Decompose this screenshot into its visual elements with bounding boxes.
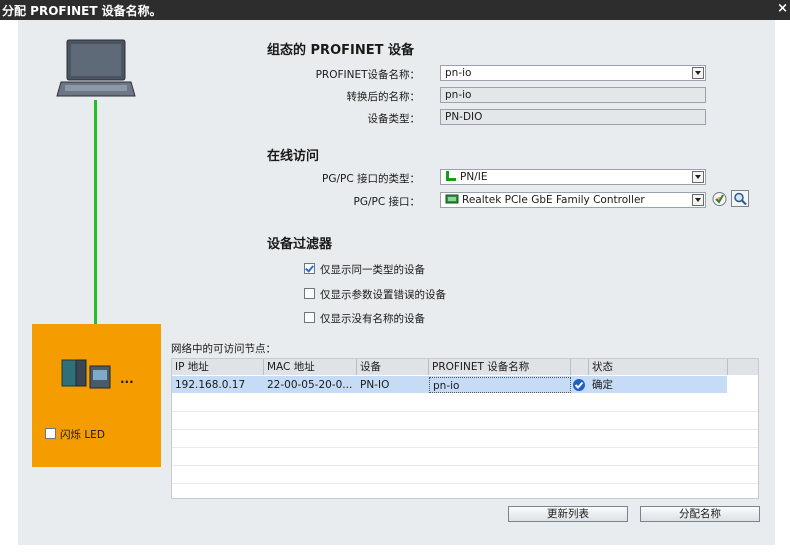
column-header-status-icon[interactable] [571,359,589,375]
column-header-status[interactable]: 状态 [589,359,728,375]
nodes-heading: 网络中的可访问节点： [171,343,276,355]
converted-name-value: pn-io [445,89,472,101]
device-name-label: PROFINET设备名称： [315,69,420,81]
chevron-down-icon[interactable] [692,67,704,79]
device-name-value: pn-io [445,67,472,79]
column-header-device[interactable]: 设备 [357,359,429,375]
iface-value: Realtek PCIe GbE Family Controller [462,194,645,206]
filter-no-name-checkbox[interactable] [304,312,315,323]
device-type-value: PN-DIO [445,111,483,123]
filter-no-name-label: 仅显示没有名称的设备 [320,313,425,325]
network-link-line [94,100,97,362]
row-device: PN-IO [360,379,390,391]
filter-same-type-checkbox[interactable] [304,263,315,274]
configured-device-heading: 组态的 PROFINET 设备 [267,43,414,58]
chevron-down-icon[interactable] [692,171,704,183]
column-header-mac[interactable]: MAC 地址 [264,359,357,375]
iface-label: PG/PC 接口： [353,196,420,208]
interface-status-icon[interactable] [712,191,727,207]
status-ok-icon [573,379,585,391]
iface-select[interactable]: Realtek PCIe GbE Family Controller [440,192,706,208]
device-type-label: 设备类型： [367,113,421,125]
row-profinet-name[interactable]: pn-io [429,377,571,393]
target-device-panel [32,324,161,467]
iface-type-value: PN/IE [460,171,488,183]
search-icon[interactable] [731,190,749,207]
device-type-field: PN-DIO [440,109,706,125]
more-indicator: ... [120,372,134,386]
flash-led-checkbox[interactable] [45,428,56,439]
column-header-name[interactable]: PROFINET 设备名称 [429,359,571,375]
pn-ie-icon [446,171,456,181]
pg-laptop-icon [56,39,136,97]
iface-type-select[interactable]: PN/IE [440,169,706,185]
filter-bad-params-label: 仅显示参数设置错误的设备 [320,289,446,301]
column-header-filler [728,359,758,375]
chevron-down-icon[interactable] [692,194,704,206]
converted-name-label: 转换后的名称： [346,91,421,103]
device-filter-heading: 设备过滤器 [267,237,333,252]
window-title: 分配 PROFINET 设备名称。 [2,4,162,18]
row-divider [172,465,758,466]
row-mac: 22-00-05-20-0... [267,379,353,391]
iface-type-label: PG/PC 接口的类型： [321,173,420,185]
row-divider [172,483,758,484]
row-status: 确定 [592,379,613,391]
row-divider [172,447,758,448]
row-ip: 192.168.0.17 [175,379,246,391]
column-header-ip[interactable]: IP 地址 [172,359,264,375]
title-bar: 分配 PROFINET 设备名称。 × [0,0,790,20]
nodes-table: IP 地址 MAC 地址 设备 PROFINET 设备名称 状态 192.168… [171,358,759,499]
row-divider [172,429,758,430]
close-icon[interactable]: × [777,1,788,16]
assign-name-button[interactable]: 分配名称 [640,506,760,522]
converted-name-field: pn-io [440,87,706,103]
row-divider [172,411,758,412]
filter-bad-params-checkbox[interactable] [304,288,315,299]
filter-same-type-label: 仅显示同一类型的设备 [320,264,425,276]
network-card-icon [445,194,459,204]
device-name-select[interactable]: pn-io [440,65,706,81]
online-access-heading: 在线访问 [267,149,320,164]
refresh-list-button[interactable]: 更新列表 [508,506,628,522]
flash-led-label: 闪烁 LED [60,429,105,441]
